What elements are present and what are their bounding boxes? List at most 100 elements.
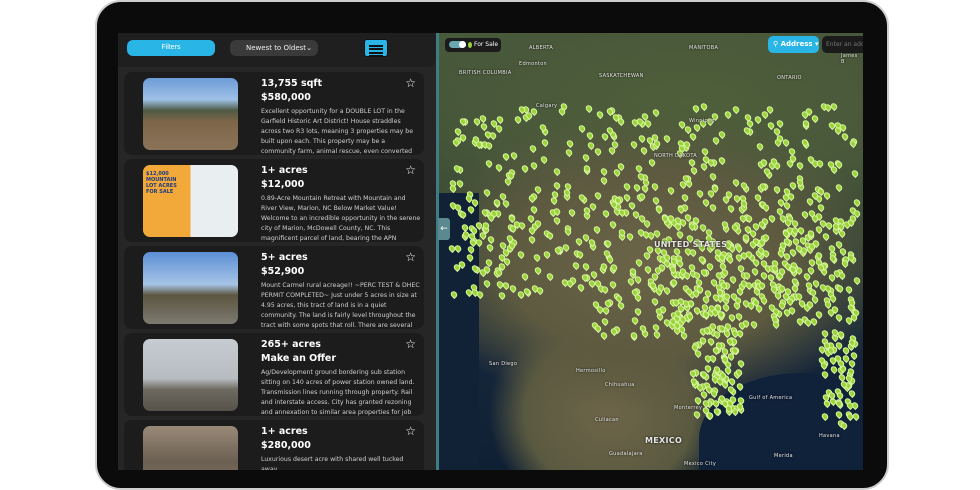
- favorite-star-icon[interactable]: ☆: [405, 337, 416, 351]
- property-pin[interactable]: [634, 258, 644, 268]
- property-pin[interactable]: [571, 260, 581, 270]
- property-pin[interactable]: [567, 207, 577, 217]
- property-pin[interactable]: [481, 278, 492, 288]
- property-pin[interactable]: [581, 153, 591, 163]
- property-pin[interactable]: [753, 114, 763, 124]
- property-pin[interactable]: [494, 124, 504, 134]
- property-pin[interactable]: [542, 250, 552, 260]
- property-pin[interactable]: [529, 204, 539, 214]
- sort-select[interactable]: Newest to Oldest ⌄: [230, 40, 318, 56]
- property-pin[interactable]: [734, 312, 744, 322]
- property-pin[interactable]: [552, 181, 562, 191]
- property-pin[interactable]: [728, 275, 738, 285]
- property-pin[interactable]: [601, 209, 611, 219]
- property-pin[interactable]: [539, 154, 549, 164]
- property-pin[interactable]: [520, 271, 530, 281]
- property-pin[interactable]: [736, 359, 747, 369]
- property-pin[interactable]: [485, 242, 495, 252]
- filters-button[interactable]: Filters: [127, 40, 215, 56]
- property-pin[interactable]: [629, 139, 639, 149]
- property-pin[interactable]: [717, 156, 728, 166]
- property-pin[interactable]: [650, 182, 660, 192]
- property-pin[interactable]: [629, 331, 639, 341]
- property-pin[interactable]: [851, 198, 862, 208]
- property-pin[interactable]: [528, 143, 538, 154]
- property-pin[interactable]: [607, 219, 618, 229]
- for-sale-toggle[interactable]: For Sale: [445, 38, 501, 52]
- property-pin[interactable]: [692, 409, 703, 420]
- property-pin[interactable]: [637, 133, 647, 143]
- property-pin[interactable]: [829, 102, 839, 112]
- property-pin[interactable]: [545, 271, 555, 282]
- property-pin[interactable]: [581, 261, 591, 271]
- property-pin[interactable]: [758, 296, 769, 306]
- property-pin[interactable]: [723, 109, 733, 119]
- property-pin[interactable]: [614, 293, 624, 303]
- property-pin[interactable]: [772, 184, 782, 194]
- favorite-star-icon[interactable]: ☆: [405, 163, 416, 177]
- listing-card[interactable]: 1+ acres $280,000 Luxurious desert acre …: [124, 420, 424, 470]
- listing-card[interactable]: $12,000 MOUNTAIN LOT ACRES FOR SALE 1+ a…: [124, 159, 424, 242]
- property-pin[interactable]: [600, 316, 610, 327]
- property-pin[interactable]: [731, 104, 741, 114]
- property-pin[interactable]: [585, 131, 595, 141]
- property-pin[interactable]: [599, 176, 609, 186]
- property-pin[interactable]: [634, 163, 644, 174]
- property-pin[interactable]: [576, 283, 586, 293]
- property-pin[interactable]: [815, 159, 826, 169]
- property-pin[interactable]: [639, 145, 649, 156]
- property-pin[interactable]: [821, 231, 831, 241]
- property-pin[interactable]: [492, 198, 502, 208]
- property-pin[interactable]: [552, 167, 562, 177]
- property-pin[interactable]: [695, 188, 705, 199]
- property-pin[interactable]: [754, 141, 765, 151]
- property-pin[interactable]: [775, 118, 785, 128]
- property-pin[interactable]: [528, 160, 539, 171]
- property-pin[interactable]: [761, 203, 771, 213]
- property-pin[interactable]: [607, 279, 618, 289]
- property-pin[interactable]: [781, 138, 792, 148]
- property-pin[interactable]: [630, 316, 640, 326]
- property-pin[interactable]: [552, 215, 562, 225]
- property-pin[interactable]: [545, 230, 555, 241]
- collapse-panel-arrow-icon[interactable]: ←: [438, 218, 450, 240]
- property-pin[interactable]: [599, 330, 609, 340]
- property-pin[interactable]: [540, 138, 550, 148]
- property-pin[interactable]: [622, 182, 632, 192]
- property-pin[interactable]: [725, 255, 735, 265]
- property-pin[interactable]: [633, 306, 643, 317]
- property-pin[interactable]: [851, 276, 862, 286]
- property-pin[interactable]: [517, 221, 527, 231]
- listing-photo[interactable]: [143, 78, 238, 150]
- property-pin[interactable]: [584, 104, 594, 114]
- property-pin[interactable]: [810, 114, 820, 124]
- property-pin[interactable]: [509, 150, 519, 160]
- property-pin[interactable]: [479, 121, 489, 131]
- property-pin[interactable]: [654, 204, 664, 214]
- property-pin[interactable]: [834, 313, 845, 323]
- property-pin[interactable]: [850, 168, 861, 178]
- property-pin[interactable]: [750, 267, 761, 277]
- property-pin[interactable]: [782, 201, 792, 211]
- map-view[interactable]: BRITISH COLUMBIA ALBERTA Edmonton SASKAT…: [439, 33, 863, 470]
- property-pin[interactable]: [482, 188, 492, 198]
- property-pin[interactable]: [675, 258, 685, 268]
- property-pin[interactable]: [527, 234, 537, 245]
- list-view-button[interactable]: [364, 39, 388, 57]
- property-pin[interactable]: [533, 265, 543, 276]
- property-pin[interactable]: [643, 265, 653, 275]
- property-pin[interactable]: [708, 353, 718, 364]
- property-pin[interactable]: [627, 201, 638, 211]
- property-pin[interactable]: [651, 107, 662, 117]
- address-input[interactable]: [822, 36, 863, 53]
- property-pin[interactable]: [647, 157, 657, 168]
- property-pin[interactable]: [484, 158, 494, 168]
- property-pin[interactable]: [844, 285, 854, 295]
- property-pin[interactable]: [816, 203, 826, 213]
- property-pin[interactable]: [666, 186, 676, 196]
- property-pin[interactable]: [595, 109, 605, 120]
- property-pin[interactable]: [726, 203, 736, 214]
- property-pin[interactable]: [717, 130, 727, 140]
- property-pin[interactable]: [834, 182, 844, 192]
- property-pin[interactable]: [593, 191, 603, 201]
